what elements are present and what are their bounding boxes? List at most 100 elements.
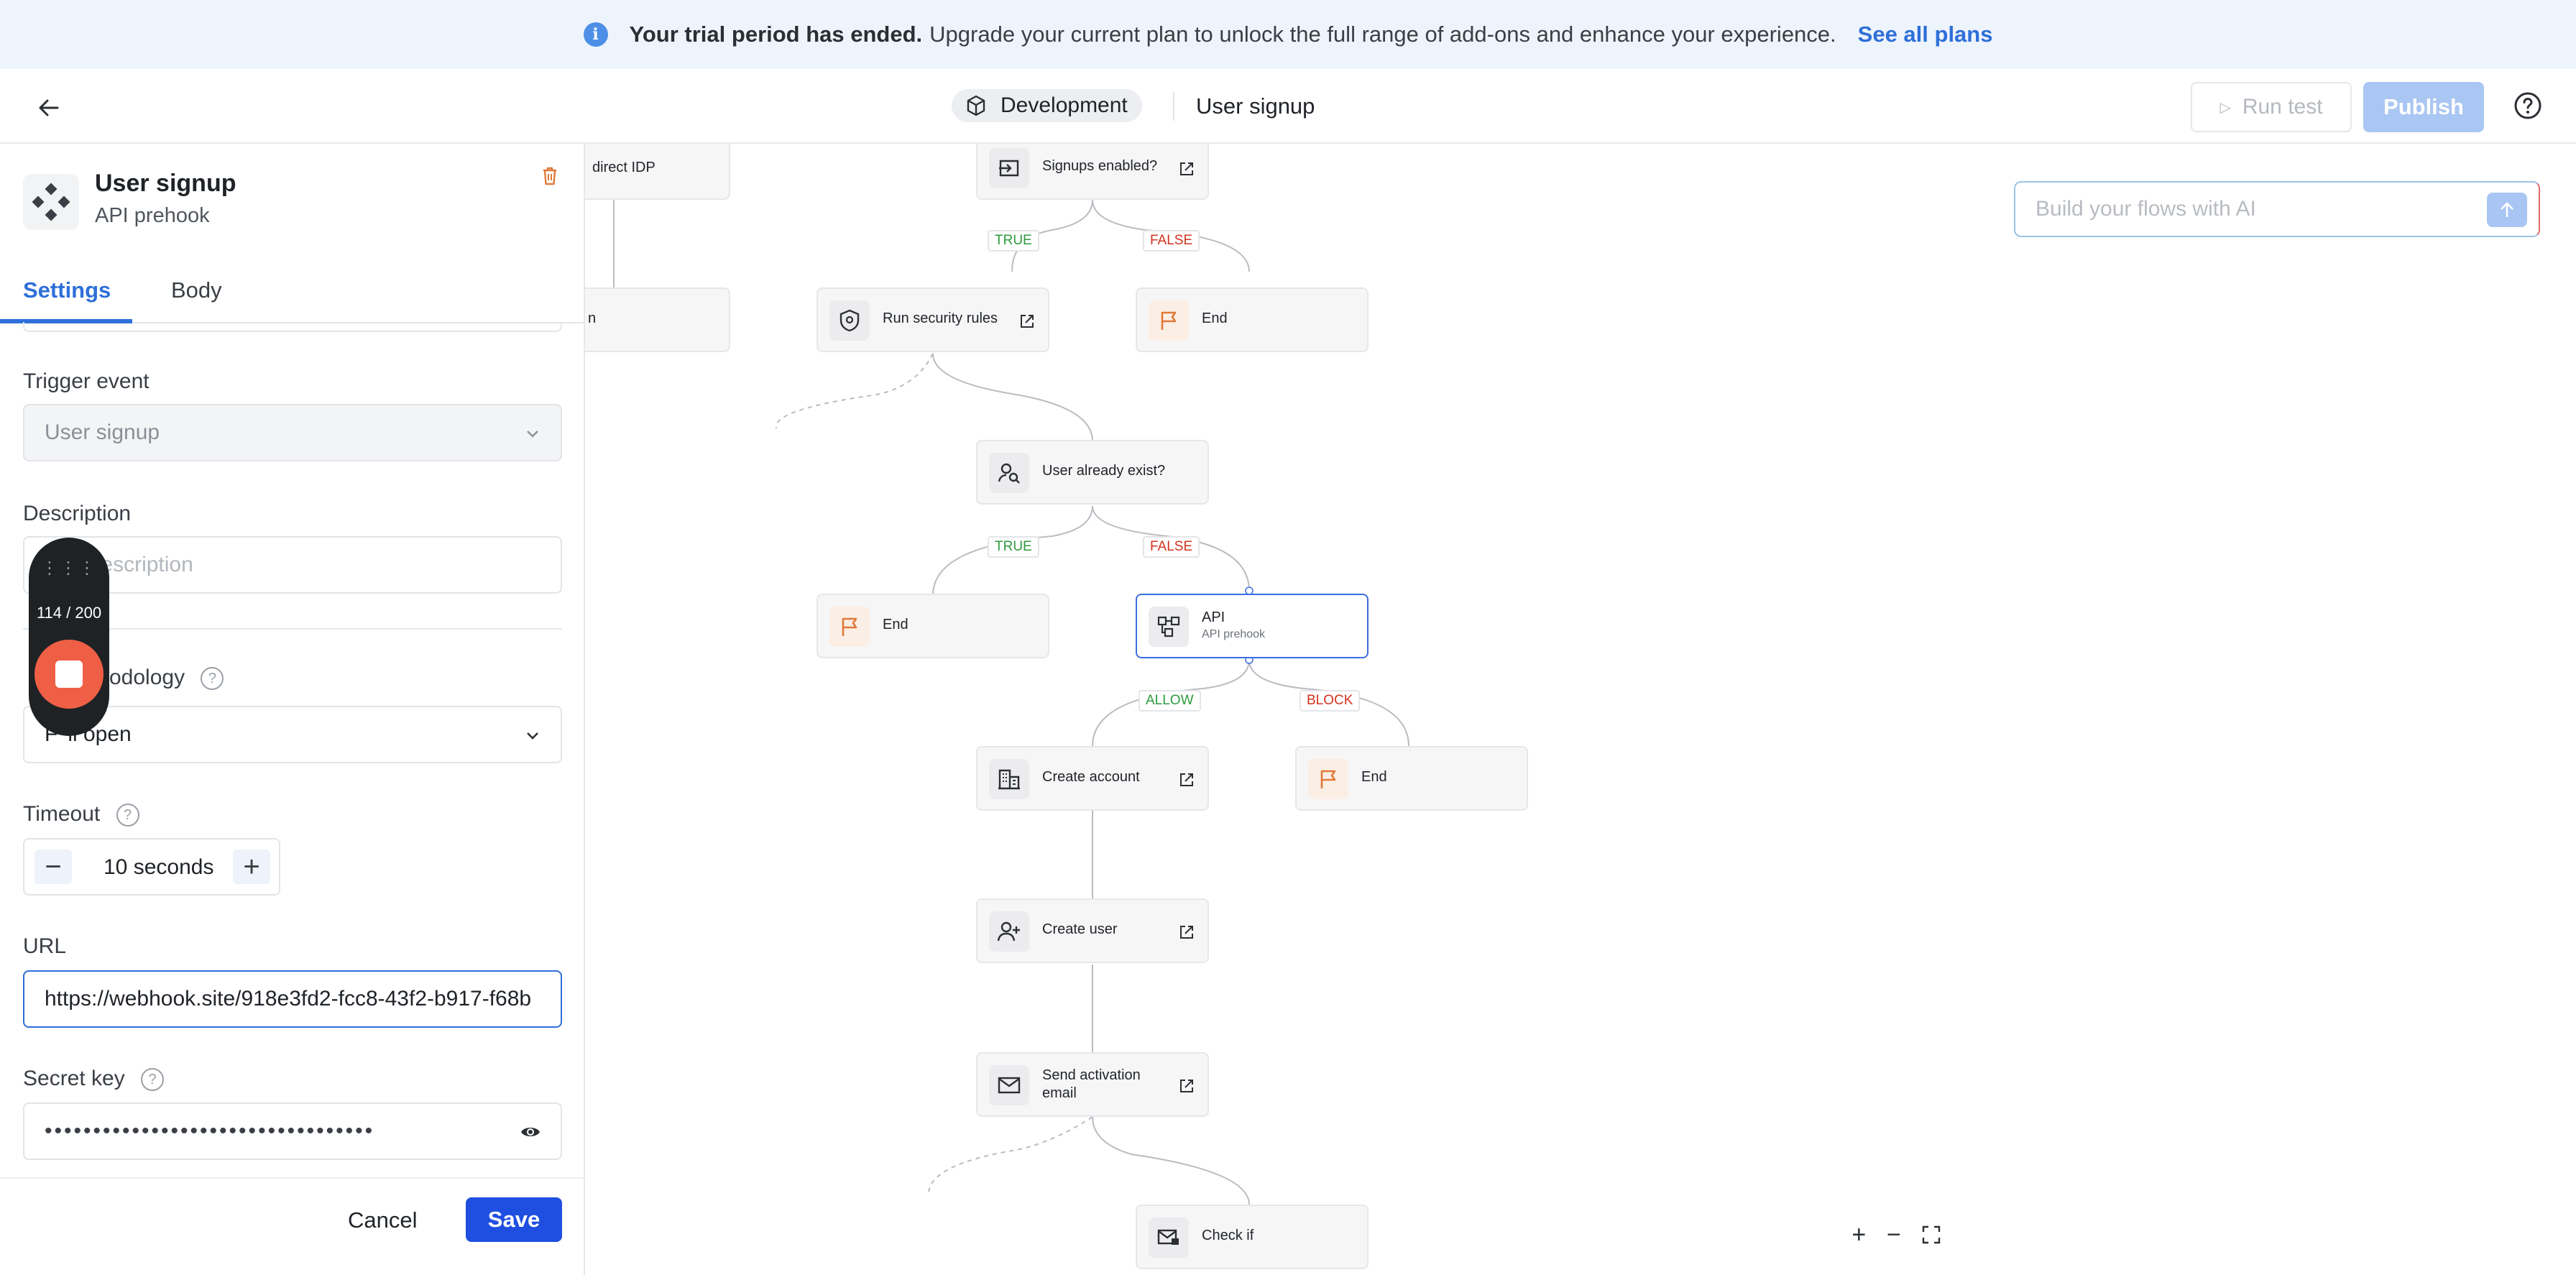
signups-enabled-node[interactable]: Signups enabled? bbox=[976, 144, 1209, 200]
banner-text: Upgrade your current plan to unlock the … bbox=[929, 22, 1836, 47]
block-chip: BLOCK bbox=[1300, 690, 1361, 712]
create-user-node[interactable]: Create user bbox=[976, 898, 1209, 963]
flow-canvas[interactable]: direct IDP n Signups enabled? TRUE FALSE… bbox=[585, 144, 2576, 1275]
secret-key-label-text: Secret key bbox=[23, 1067, 125, 1090]
methodology-label-text: odology bbox=[109, 666, 185, 689]
chevron-down-icon bbox=[527, 431, 538, 438]
external-link-icon[interactable] bbox=[1179, 924, 1195, 940]
node-label: Run security rules bbox=[883, 310, 998, 326]
increment-button[interactable]: + bbox=[233, 850, 270, 884]
help-icon[interactable] bbox=[2513, 91, 2543, 121]
description-label: Description bbox=[23, 502, 132, 525]
question-icon[interactable]: ? bbox=[141, 1068, 165, 1092]
api-node-icon bbox=[23, 174, 79, 230]
zoom-out-icon[interactable]: − bbox=[1887, 1221, 1901, 1249]
see-all-plans-link[interactable]: See all plans bbox=[1858, 22, 1993, 47]
send-activation-email-node[interactable]: Send activation email bbox=[976, 1052, 1209, 1117]
run-test-button[interactable]: ▷ Run test bbox=[2191, 82, 2352, 132]
cancel-button[interactable]: Cancel bbox=[348, 1207, 418, 1233]
footer-divider bbox=[0, 1177, 584, 1179]
external-link-icon[interactable] bbox=[1019, 313, 1035, 329]
node-label: Create user bbox=[1042, 921, 1118, 937]
url-label: URL bbox=[23, 934, 67, 958]
decrement-button[interactable]: − bbox=[34, 850, 72, 884]
run-security-rules-node[interactable]: Run security rules bbox=[816, 287, 1049, 352]
info-icon: i bbox=[583, 22, 608, 47]
eye-icon[interactable] bbox=[520, 1124, 540, 1140]
partial-node[interactable]: n bbox=[585, 287, 730, 352]
stop-recording-button[interactable] bbox=[34, 640, 104, 709]
node-label: Signups enabled? bbox=[1042, 158, 1158, 174]
url-input[interactable]: https://webhook.site/918e3fd2-fcc8-43f2-… bbox=[23, 970, 562, 1028]
flow-name: User signup bbox=[1196, 93, 1315, 119]
trigger-event-select[interactable]: User signup bbox=[23, 404, 562, 461]
trash-icon[interactable] bbox=[542, 167, 558, 185]
drag-handle-icon[interactable]: ⋮⋮⋮ bbox=[29, 558, 109, 579]
zoom-in-icon[interactable]: + bbox=[1852, 1221, 1866, 1249]
mail-lock-icon bbox=[1149, 1218, 1189, 1258]
timeout-label: Timeout ? bbox=[23, 802, 139, 827]
external-link-icon[interactable] bbox=[1179, 1078, 1195, 1094]
node-label: End bbox=[883, 617, 908, 632]
timeout-value[interactable]: 10 seconds bbox=[104, 855, 213, 880]
user-already-exist-node[interactable]: User already exist? bbox=[976, 440, 1209, 505]
node-sublabel: API prehook bbox=[1202, 628, 1266, 640]
publish-button[interactable]: Publish bbox=[2363, 82, 2484, 132]
redirect-idp-node[interactable]: direct IDP bbox=[585, 144, 730, 200]
api-icon bbox=[1149, 607, 1189, 647]
end-node[interactable]: End bbox=[1136, 287, 1368, 352]
methodology-label: odology ? bbox=[109, 666, 224, 691]
question-icon[interactable]: ? bbox=[116, 804, 139, 827]
stop-icon bbox=[55, 660, 83, 688]
external-link-icon[interactable] bbox=[1179, 772, 1195, 788]
external-link-icon[interactable] bbox=[1179, 161, 1195, 177]
tab-body[interactable]: Body bbox=[171, 277, 222, 303]
banner-bold-text: Your trial period has ended. bbox=[629, 22, 923, 47]
trigger-event-value: User signup bbox=[45, 420, 160, 444]
create-account-node[interactable]: Create account bbox=[976, 746, 1209, 811]
trial-banner: i Your trial period has ended. Upgrade y… bbox=[0, 0, 2576, 69]
environment-chip[interactable]: Development bbox=[952, 89, 1142, 122]
allow-chip: ALLOW bbox=[1138, 690, 1201, 712]
zoom-controls: + − bbox=[1841, 1213, 1951, 1256]
node-label: User already exist? bbox=[1042, 463, 1166, 479]
header-separator bbox=[1173, 92, 1174, 121]
node-label: direct IDP bbox=[592, 160, 656, 175]
fullscreen-icon[interactable] bbox=[1922, 1225, 1941, 1244]
tab-settings[interactable]: Settings bbox=[23, 277, 111, 303]
send-button[interactable] bbox=[2487, 193, 2527, 227]
api-node[interactable]: API API prehook bbox=[1136, 594, 1368, 658]
back-arrow-icon[interactable] bbox=[32, 91, 66, 125]
recording-widget[interactable]: ⋮⋮⋮ 114 / 200 bbox=[29, 538, 109, 736]
false-chip: FALSE bbox=[1143, 536, 1200, 558]
run-test-label: Run test bbox=[2242, 95, 2323, 119]
node-label: Create account bbox=[1042, 769, 1140, 785]
play-icon: ▷ bbox=[2220, 99, 2231, 116]
end-node[interactable]: End bbox=[816, 594, 1049, 658]
ai-flow-input[interactable]: Build your flows with AI bbox=[2014, 181, 2540, 237]
shield-icon bbox=[829, 300, 870, 341]
trigger-event-label: Trigger event bbox=[23, 369, 150, 393]
question-icon[interactable]: ? bbox=[201, 667, 224, 691]
save-button[interactable]: Save bbox=[466, 1197, 562, 1242]
timeout-label-text: Timeout bbox=[23, 802, 101, 826]
false-chip: FALSE bbox=[1143, 230, 1200, 252]
node-label: API bbox=[1202, 609, 1225, 625]
secret-key-label: Secret key ? bbox=[23, 1067, 165, 1092]
check-if-node[interactable]: Check if bbox=[1136, 1205, 1368, 1269]
end-node[interactable]: End bbox=[1295, 746, 1528, 811]
url-value: https://webhook.site/918e3fd2-fcc8-43f2-… bbox=[45, 987, 532, 1011]
node-label: End bbox=[1361, 769, 1387, 785]
building-icon bbox=[989, 759, 1029, 799]
node-label: n bbox=[588, 310, 597, 326]
flag-icon bbox=[829, 607, 870, 647]
arrow-up-icon bbox=[2501, 202, 2513, 217]
cube-icon bbox=[967, 95, 985, 116]
user-add-icon bbox=[989, 911, 1029, 952]
secret-key-input[interactable]: •••••••••••••••••••••••••••••••••• bbox=[23, 1103, 562, 1160]
ai-flow-placeholder: Build your flows with AI bbox=[2036, 197, 2256, 221]
environment-label: Development bbox=[1000, 93, 1128, 117]
flag-icon bbox=[1308, 759, 1348, 799]
panel-title: User signup bbox=[95, 170, 236, 197]
user-search-icon bbox=[989, 453, 1029, 493]
